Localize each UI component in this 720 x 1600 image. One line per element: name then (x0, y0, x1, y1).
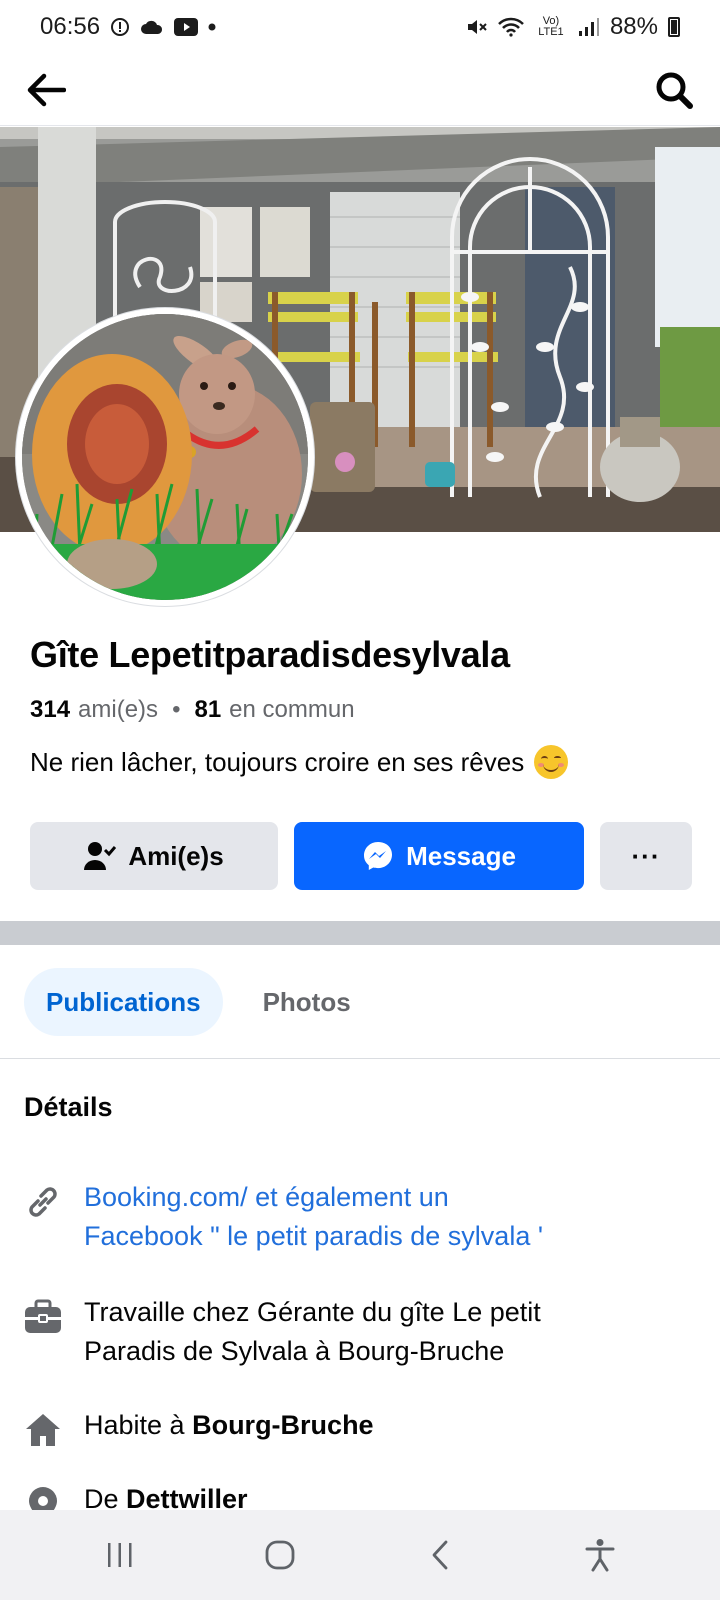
friend-check-icon (84, 842, 117, 870)
signal-icon (578, 17, 600, 37)
app-header (0, 54, 720, 126)
status-left: 06:56 (40, 13, 216, 41)
back-button[interactable] (22, 66, 70, 114)
status-right: Vo) LTE1 88% (466, 13, 680, 41)
mutual-label: en commun (229, 696, 355, 723)
alert-icon (110, 17, 130, 37)
detail-lives: Habite à Bourg-Bruche (22, 1406, 702, 1450)
accessibility-icon (585, 1539, 615, 1572)
system-nav-bar (0, 1510, 720, 1600)
mutual-count: 81 (194, 696, 222, 723)
briefcase-icon (22, 1297, 64, 1337)
friends-button-label: Ami(e)s (128, 840, 224, 871)
arrow-left-icon (27, 73, 66, 106)
system-back-button[interactable] (405, 1525, 475, 1585)
tab-publications[interactable]: Publications (24, 968, 223, 1036)
friends-count: 314 (30, 696, 71, 723)
battery-icon (668, 17, 680, 37)
status-time: 06:56 (40, 13, 101, 40)
home-circle-icon (265, 1540, 295, 1570)
message-button-label: Message (406, 840, 516, 871)
more-options-button[interactable]: ··· (600, 822, 692, 890)
friend-counts[interactable]: 314 ami(e)s • 81 en commun (30, 696, 355, 724)
friends-button[interactable]: Ami(e)s (30, 822, 278, 890)
tab-photos[interactable]: Photos (241, 968, 373, 1036)
section-divider (0, 921, 720, 945)
website-link[interactable]: Booking.com/ et également un Facebook " … (84, 1178, 543, 1256)
profile-tabs: Publications Photos (24, 968, 373, 1036)
search-button[interactable] (650, 66, 698, 114)
recent-apps-icon (108, 1543, 132, 1567)
detail-website[interactable]: Booking.com/ et également un Facebook " … (22, 1178, 702, 1256)
youtube-icon (174, 18, 199, 36)
profile-name: Gîte Lepetitparadisdesylvala (30, 634, 510, 675)
lives-place[interactable]: Bourg-Bruche (192, 1410, 374, 1440)
bio-text: Ne rien lâcher, toujours croire en ses r… (30, 746, 525, 777)
wifi-icon (498, 17, 524, 37)
lives-prefix: Habite à (84, 1410, 193, 1440)
work-line2: Paradis de Sylvala à Bourg-Bruche (84, 1336, 505, 1366)
chevron-left-icon (432, 1540, 448, 1570)
detail-work: Travaille chez Gérante du gîte Le petit … (22, 1293, 702, 1371)
search-icon (656, 72, 693, 109)
website-link-line2: Facebook " le petit paradis de sylvala ' (84, 1221, 543, 1251)
count-separator: • (172, 696, 181, 723)
profile-avatar[interactable] (16, 308, 314, 606)
status-bar: 06:56 Vo) LTE1 88% (0, 0, 720, 54)
lte-label: Vo) LTE1 (538, 15, 564, 38)
tabs-divider (0, 1058, 720, 1059)
more-dots-icon: ··· (631, 840, 661, 871)
friends-label: ami(e)s (78, 696, 159, 723)
profile-bio: Ne rien lâcher, toujours croire en ses r… (30, 745, 569, 779)
website-link-line1: Booking.com/ et également un (84, 1182, 449, 1212)
message-button[interactable]: Message (294, 822, 584, 890)
details-heading: Détails (24, 1092, 113, 1122)
avatar-image (22, 314, 308, 600)
lives-text: Habite à Bourg-Bruche (84, 1406, 374, 1445)
link-icon (22, 1182, 64, 1222)
recent-apps-button[interactable] (85, 1525, 155, 1585)
home-icon (22, 1410, 64, 1450)
work-line1: Travaille chez Gérante du gîte Le petit (84, 1297, 541, 1327)
mute-icon (466, 17, 488, 37)
profile-actions: Ami(e)s Message ··· (30, 822, 692, 890)
smiling-face-emoji-icon (534, 745, 569, 779)
work-text: Travaille chez Gérante du gîte Le petit … (84, 1293, 541, 1371)
accessibility-button[interactable] (565, 1525, 635, 1585)
home-button[interactable] (245, 1525, 315, 1585)
cloud-icon (140, 19, 164, 35)
messenger-icon (364, 842, 393, 870)
notification-dot-icon (208, 23, 216, 31)
battery-percent: 88% (609, 13, 658, 40)
